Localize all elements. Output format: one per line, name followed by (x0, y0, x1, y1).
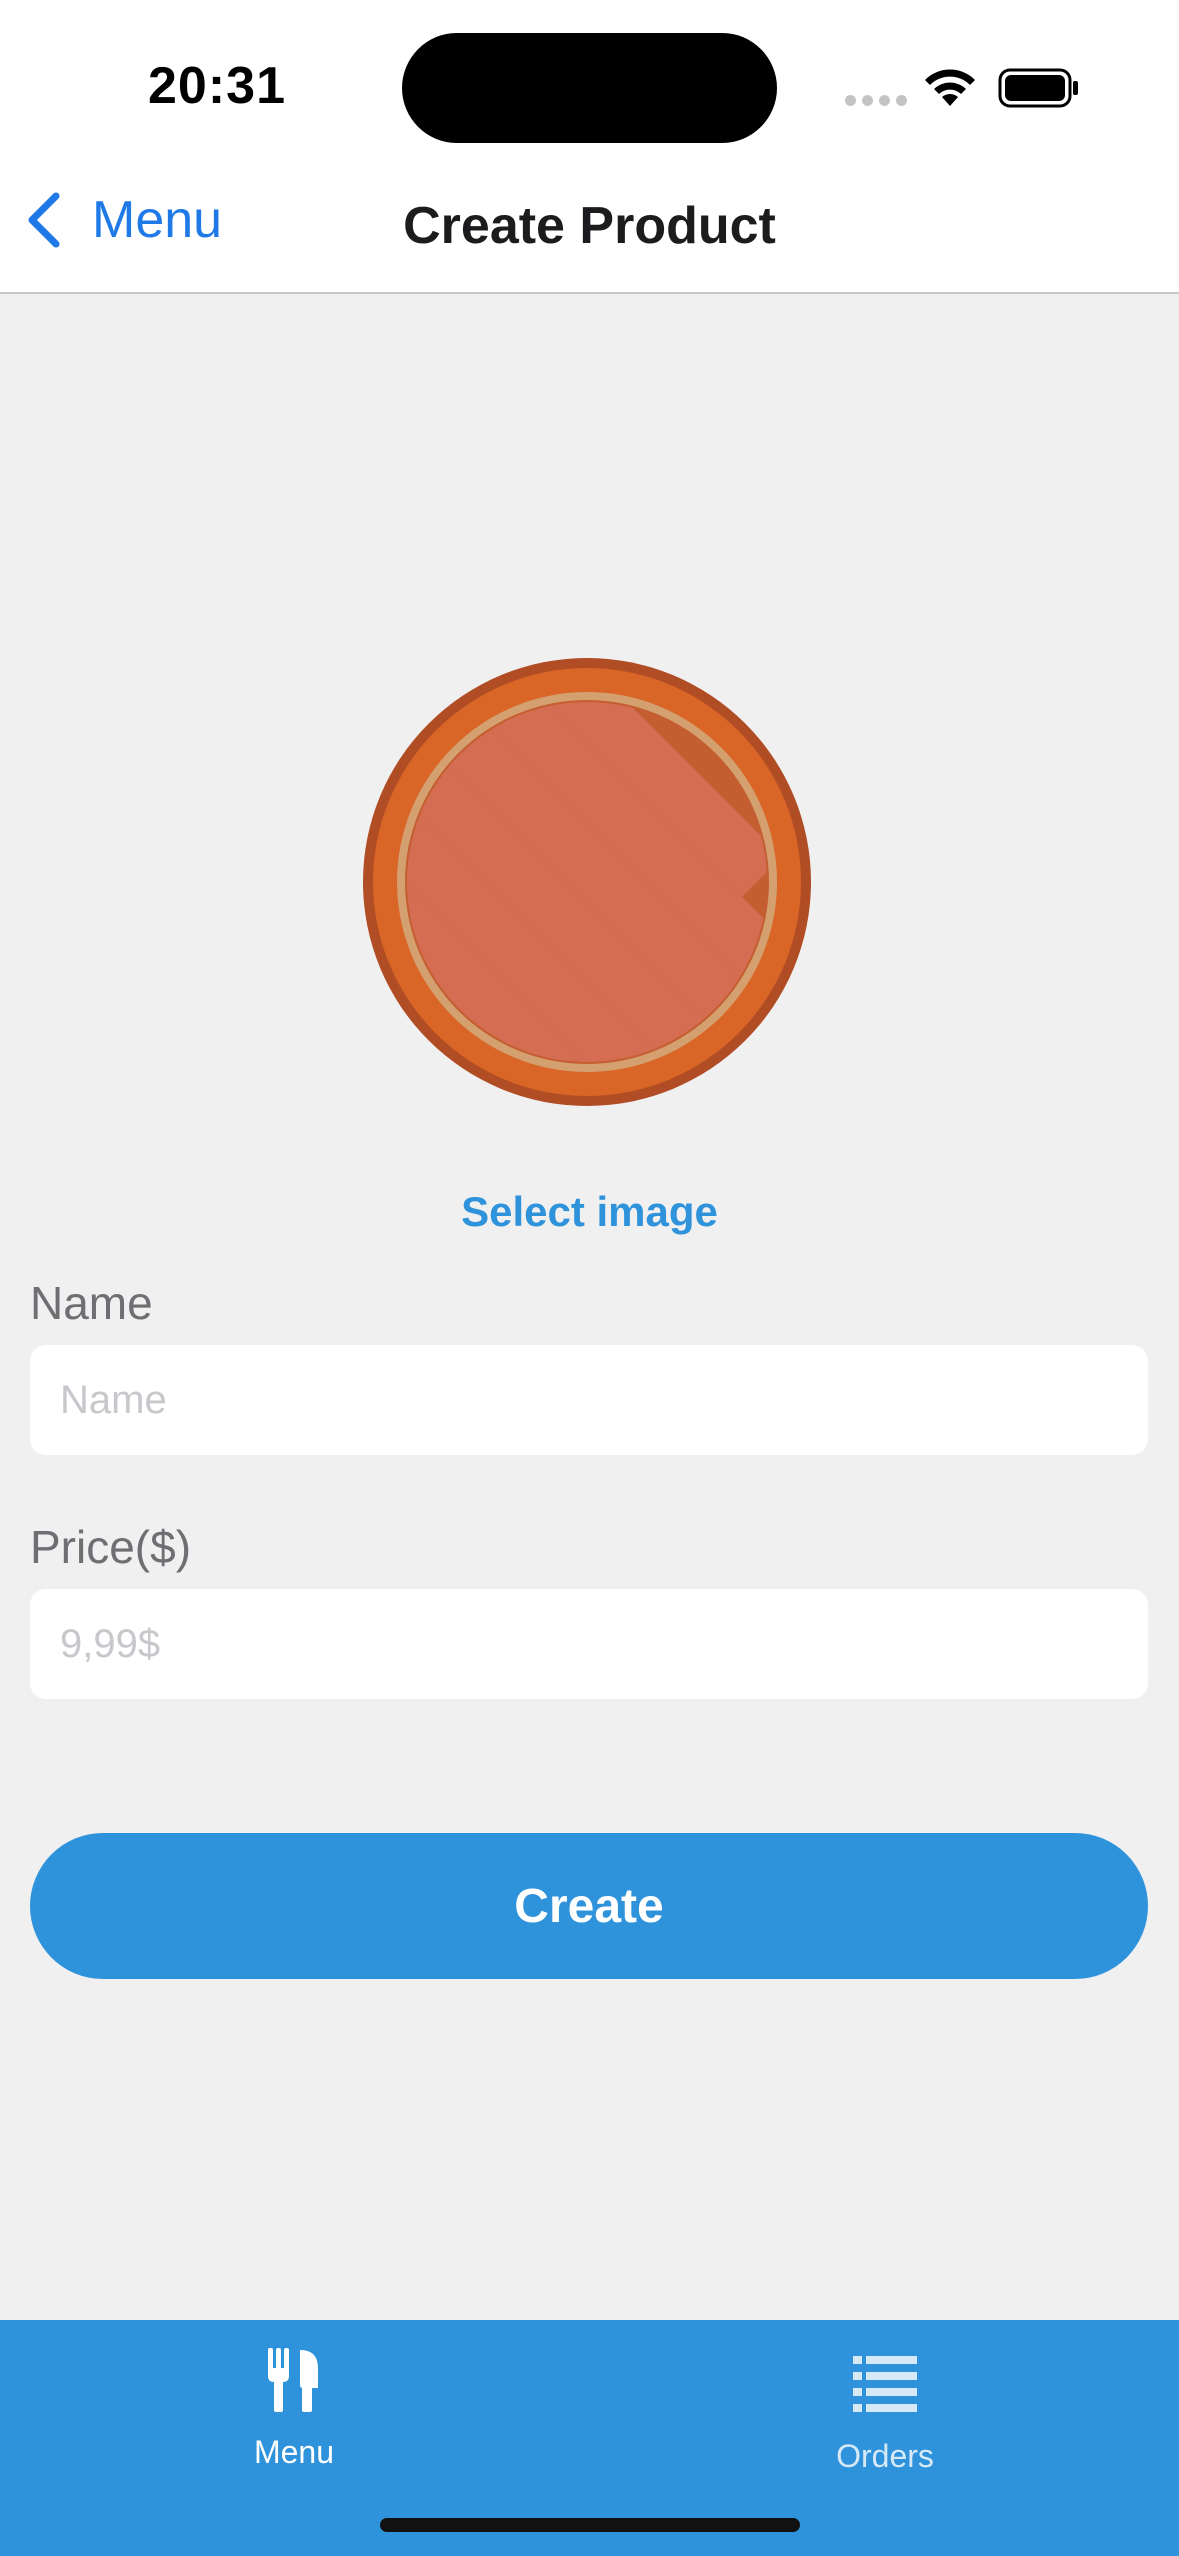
back-button-label: Menu (92, 191, 223, 249)
name-input[interactable] (30, 1345, 1148, 1455)
name-label: Name (30, 1277, 153, 1329)
tab-menu[interactable]: Menu (144, 2348, 444, 2471)
status-time: 20:31 (148, 57, 286, 115)
back-button[interactable]: Menu (24, 190, 222, 250)
price-input[interactable] (30, 1589, 1148, 1699)
fork-knife-icon (268, 2348, 318, 2412)
select-image-button[interactable]: Select image (0, 1188, 1179, 1236)
price-label: Price($) (30, 1521, 192, 1573)
home-indicator (380, 2518, 800, 2532)
chevron-left-icon (28, 192, 60, 248)
dynamic-island (402, 33, 777, 143)
tab-menu-label: Menu (253, 2434, 335, 2470)
list-icon (853, 2356, 917, 2412)
tab-orders-label: Orders (836, 2438, 934, 2474)
wifi-icon (925, 69, 975, 106)
header-area: 20:31 Menu Create Product (0, 0, 1179, 294)
pizza-image (363, 658, 811, 1106)
battery-icon (998, 68, 1078, 108)
tab-orders[interactable]: Orders (735, 2348, 1035, 2475)
cellular-signal-icon (845, 95, 907, 106)
create-product-screen: 20:31 Menu Create Product Select image N… (0, 0, 1179, 2556)
create-button[interactable]: Create (30, 1833, 1148, 1979)
